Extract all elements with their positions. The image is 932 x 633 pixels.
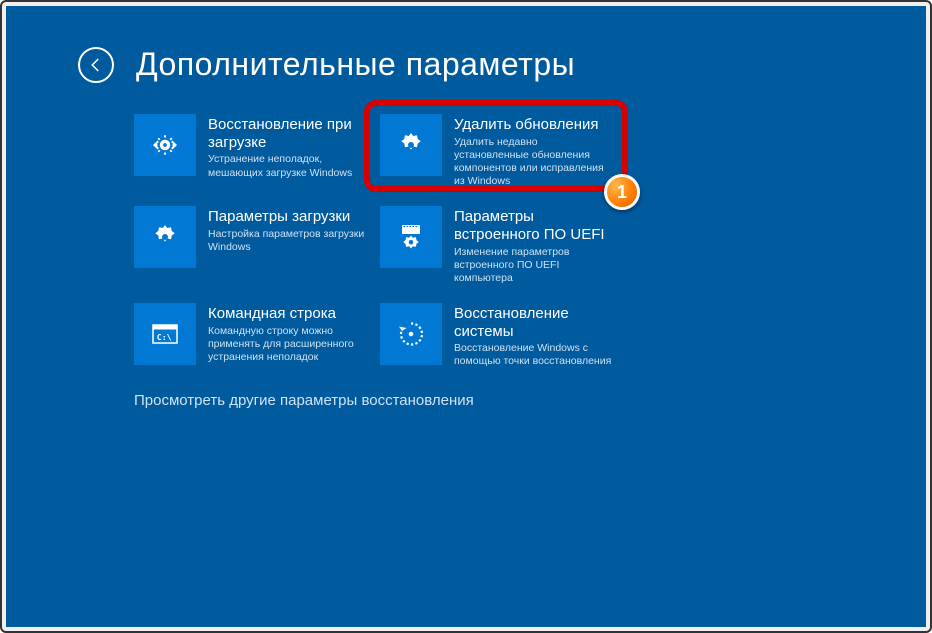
tile-desc: Восстановление Windows с помощью точки в… xyxy=(454,342,614,368)
tile-text: Командная строка Командную строку можно … xyxy=(196,303,378,369)
restore-icon xyxy=(380,303,442,365)
tile-title: Параметры встроенного ПО UEFI xyxy=(454,208,614,243)
annotation-marker-1: 1 xyxy=(604,174,640,210)
recovery-screen: Дополнительные параметры Восстановление … xyxy=(6,6,926,627)
tile-text: Параметры загрузки Настройка параметров … xyxy=(196,206,378,285)
options-grid: Восстановление при загрузке Устранение н… xyxy=(134,114,624,369)
svg-text:C:\: C:\ xyxy=(157,332,172,342)
header: Дополнительные параметры xyxy=(78,46,575,83)
tile-text: Восстановление при загрузке Устранение н… xyxy=(196,114,378,188)
tile-system-restore[interactable]: Восстановление системы Восстановление Wi… xyxy=(380,303,624,369)
more-options-link[interactable]: Просмотреть другие параметры восстановле… xyxy=(134,392,474,409)
tile-title: Командная строка xyxy=(208,305,368,323)
tile-title: Восстановление системы xyxy=(454,305,614,340)
tile-desc: Командную строку можно применять для рас… xyxy=(208,325,368,364)
tile-startup-settings[interactable]: Параметры загрузки Настройка параметров … xyxy=(134,206,378,285)
gear-icon xyxy=(380,114,442,176)
gear-icon xyxy=(134,206,196,268)
tile-uninstall-updates[interactable]: Удалить обновления Удалить недавно устан… xyxy=(380,114,624,188)
tile-command-prompt[interactable]: C:\ Командная строка Командную строку мо… xyxy=(134,303,378,369)
tile-startup-repair[interactable]: Восстановление при загрузке Устранение н… xyxy=(134,114,378,188)
tile-uefi-firmware[interactable]: Параметры встроенного ПО UEFI Изменение … xyxy=(380,206,624,285)
tile-title: Удалить обновления xyxy=(454,116,614,134)
tile-text: Удалить обновления Удалить недавно устан… xyxy=(442,114,624,188)
tile-desc: Устранение неполадок, мешающих загрузке … xyxy=(208,153,368,179)
tile-text: Восстановление системы Восстановление Wi… xyxy=(442,303,624,369)
back-arrow-icon xyxy=(87,56,105,74)
tile-title: Восстановление при загрузке xyxy=(208,116,368,151)
firmware-gear-icon xyxy=(380,206,442,268)
back-button[interactable] xyxy=(78,47,114,83)
tile-desc: Изменение параметров встроенного ПО UEFI… xyxy=(454,246,614,285)
code-gear-icon xyxy=(134,114,196,176)
tile-desc: Удалить недавно установленные обновления… xyxy=(454,136,614,189)
cmd-icon: C:\ xyxy=(134,303,196,365)
tile-title: Параметры загрузки xyxy=(208,208,368,226)
tile-desc: Настройка параметров загрузки Windows xyxy=(208,228,368,254)
page-title: Дополнительные параметры xyxy=(136,46,575,83)
tile-text: Параметры встроенного ПО UEFI Изменение … xyxy=(442,206,624,285)
outer-frame: Дополнительные параметры Восстановление … xyxy=(0,0,932,633)
